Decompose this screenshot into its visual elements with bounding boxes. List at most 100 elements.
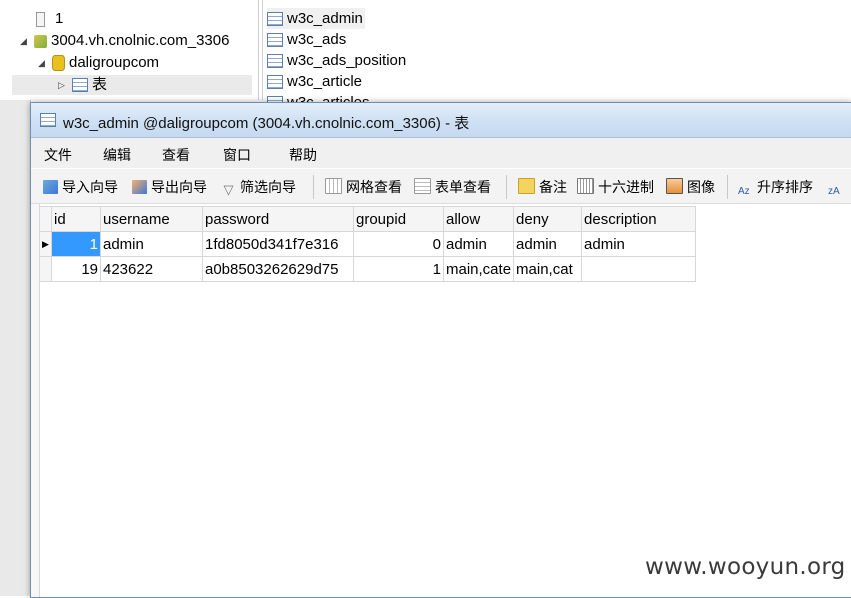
cell-allow[interactable]: main,cate <box>442 256 515 282</box>
cell-deny[interactable]: admin <box>513 231 583 257</box>
cell-allow[interactable]: admin <box>442 231 515 257</box>
tree-item-database[interactable]: ◢ daligroupcom <box>38 53 159 73</box>
tree-item-label: 3004.vh.cnolnic.com_3306 <box>51 32 230 49</box>
cell-id[interactable]: 1 <box>51 231 101 257</box>
sort-ascending-button[interactable]: Az 升序排序 <box>738 178 813 197</box>
button-label: 图像 <box>687 179 715 195</box>
menu-window[interactable]: 窗口 <box>223 145 251 165</box>
tree-item-tables[interactable]: ▷ 表 <box>12 75 252 95</box>
table-icon <box>267 33 283 48</box>
memo-button[interactable]: 备注 <box>518 178 567 196</box>
table-row[interactable]: ▶ 1 admin 1fd8050d341f7e316 0 admin admi… <box>39 231 697 257</box>
table-name: w3c_admin <box>287 10 363 27</box>
memo-icon <box>518 178 535 194</box>
filter-wizard-button[interactable]: ▽ 筛选向导 <box>221 178 297 197</box>
menu-bar: 文件 编辑 查看 窗口 帮助 <box>31 138 851 168</box>
tree-item-label: 表 <box>92 76 108 93</box>
column-header-groupid[interactable]: groupid <box>353 206 444 232</box>
hex-button[interactable]: 十六进制 <box>577 178 654 196</box>
button-label: 筛选向导 <box>240 179 296 195</box>
table-window: w3c_admin @daligroupcom (3004.vh.cnolnic… <box>30 102 851 598</box>
menu-file[interactable]: 文件 <box>44 145 72 165</box>
tree-item-file[interactable]: 1 <box>36 9 63 29</box>
collapse-arrow-icon[interactable]: ▷ <box>58 75 68 95</box>
cell-password[interactable]: a0b8503262629d75 <box>202 256 354 282</box>
window-title: w3c_admin @daligroupcom (3004.vh.cnolnic… <box>63 115 470 132</box>
table-list: w3c_admin w3c_ads w3c_ads_position w3c_a… <box>262 0 851 111</box>
table-folder-icon <box>72 78 88 93</box>
list-item-table[interactable]: w3c_ads <box>267 29 346 50</box>
cell-groupid[interactable]: 1 <box>353 256 444 282</box>
column-header-allow[interactable]: allow <box>442 206 515 232</box>
menu-help[interactable]: 帮助 <box>289 145 317 165</box>
menu-edit[interactable]: 编辑 <box>103 145 131 165</box>
toolbar-separator <box>727 175 728 199</box>
table-row[interactable]: 19 423622 a0b8503262629d75 1 main,cate m… <box>39 256 697 282</box>
expand-arrow-icon[interactable]: ◢ <box>38 53 48 73</box>
import-icon <box>43 180 58 194</box>
file-icon <box>36 11 45 27</box>
filter-icon: ▽ <box>223 182 234 197</box>
grid-view-button[interactable]: 网格查看 <box>325 178 402 196</box>
watermark: www.wooyun.org <box>645 554 846 580</box>
hex-icon <box>577 178 594 194</box>
button-label: 网格查看 <box>346 179 402 195</box>
grid-header-row: id username password groupid allow deny … <box>39 206 697 232</box>
table-name: w3c_ads <box>287 31 347 48</box>
column-header-description[interactable]: description <box>581 206 697 232</box>
toolbar-separator <box>313 175 314 199</box>
button-label: 十六进制 <box>598 179 654 195</box>
row-indicator <box>39 256 52 282</box>
cell-password[interactable]: 1fd8050d341f7e316 <box>202 231 354 257</box>
tree-item-connection[interactable]: ◢ 3004.vh.cnolnic.com_3306 <box>20 31 229 51</box>
connection-icon <box>34 34 47 48</box>
cell-description[interactable]: admin <box>581 231 697 257</box>
image-button[interactable]: 图像 <box>666 178 715 196</box>
cell-username[interactable]: 423622 <box>100 256 203 282</box>
current-row-indicator-icon: ▶ <box>39 231 52 257</box>
menu-view[interactable]: 查看 <box>162 145 190 165</box>
column-header-password[interactable]: password <box>202 206 354 232</box>
table-icon <box>267 75 283 90</box>
tree-item-label: 1 <box>55 10 64 27</box>
cell-id[interactable]: 19 <box>51 256 101 282</box>
expand-arrow-icon[interactable]: ◢ <box>20 31 30 51</box>
column-header-id[interactable]: id <box>51 206 101 232</box>
button-label: 表单查看 <box>435 179 491 195</box>
database-icon <box>52 55 65 72</box>
cell-description[interactable] <box>581 256 697 282</box>
list-item-table[interactable]: w3c_ads_position <box>267 50 406 71</box>
window-titlebar[interactable]: w3c_admin @daligroupcom (3004.vh.cnolnic… <box>31 103 851 138</box>
form-view-button[interactable]: 表单查看 <box>414 178 491 196</box>
data-grid: id username password groupid allow deny … <box>39 206 697 282</box>
column-header-username[interactable]: username <box>100 206 203 232</box>
form-icon <box>414 178 431 194</box>
sort-descending-icon: zA <box>828 186 840 197</box>
export-icon <box>132 180 147 194</box>
cell-username[interactable]: admin <box>100 231 203 257</box>
export-wizard-button[interactable]: 导出向导 <box>132 178 207 196</box>
data-grid-area: id username password groupid allow deny … <box>31 204 851 597</box>
button-label: 导入向导 <box>62 179 118 195</box>
table-icon <box>267 12 283 27</box>
button-label: 升序排序 <box>757 179 813 195</box>
table-icon <box>267 54 283 69</box>
tree-item-label: daligroupcom <box>69 54 160 71</box>
toolbar: 导入向导 导出向导 ▽ 筛选向导 网格查看 表单查看 备注 十六进制 图像 Az 升… <box>31 169 851 204</box>
image-icon <box>666 178 683 194</box>
cell-deny[interactable]: main,cat <box>513 256 583 282</box>
button-label: 导出向导 <box>151 179 207 195</box>
grid-icon <box>325 178 342 194</box>
navigator-tree: 1 ◢ 3004.vh.cnolnic.com_3306 ◢ daligroupco… <box>0 0 259 100</box>
background-panel-edge <box>0 100 31 596</box>
table-icon <box>40 113 56 127</box>
toolbar-separator <box>506 175 507 199</box>
button-label: 备注 <box>539 179 567 195</box>
column-header-deny[interactable]: deny <box>513 206 583 232</box>
import-wizard-button[interactable]: 导入向导 <box>43 178 118 196</box>
list-item-table[interactable]: w3c_article <box>267 71 362 92</box>
row-indicator-header <box>39 206 52 232</box>
sort-descending-button[interactable]: zA <box>828 178 847 197</box>
list-item-table[interactable]: w3c_admin <box>267 8 365 29</box>
cell-groupid[interactable]: 0 <box>353 231 444 257</box>
